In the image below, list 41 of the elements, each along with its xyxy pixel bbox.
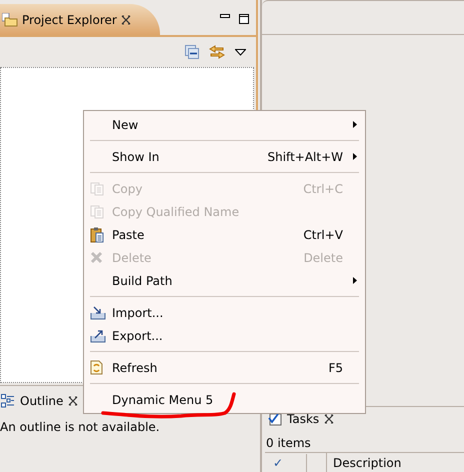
column-header[interactable]: ✓ <box>265 454 307 472</box>
menu-item[interactable]: Dynamic Menu 5 <box>84 388 365 411</box>
menu-item[interactable]: Show In Shift+Alt+W <box>84 145 365 168</box>
outline-icon <box>1 394 15 408</box>
close-icon[interactable] <box>324 414 334 424</box>
folder-icon <box>2 12 18 26</box>
menu-item[interactable]: Paste Ctrl+V <box>84 223 365 246</box>
menu-item[interactable]: Import... <box>84 301 365 324</box>
copy-icon <box>90 182 104 196</box>
menu-item[interactable]: Export... <box>84 324 365 347</box>
submenu-arrow-icon <box>353 121 357 128</box>
collapse-all-icon[interactable] <box>185 45 199 59</box>
view-title: Tasks <box>287 410 320 428</box>
column-header[interactable]: Description <box>327 454 402 472</box>
clipboard-icon <box>90 226 104 242</box>
shortcut-text: F5 <box>328 360 343 376</box>
shortcut-text: Shift+Alt+W <box>268 148 343 166</box>
menu-item[interactable]: Refresh F5 <box>84 356 365 379</box>
view-title: Project Explorer <box>22 12 117 28</box>
maximize-icon[interactable] <box>239 14 250 25</box>
outline-message: An outline is not available. <box>0 419 161 436</box>
submenu-arrow-icon <box>353 153 357 160</box>
delete-icon <box>90 251 103 264</box>
refresh-icon <box>90 360 103 375</box>
shortcut-text: Delete <box>304 250 343 266</box>
minimize-icon[interactable] <box>220 14 231 19</box>
view-menu-icon[interactable] <box>235 48 246 56</box>
close-icon[interactable] <box>68 396 78 406</box>
link-arrows-icon[interactable] <box>209 45 225 59</box>
menu-item[interactable]: Build Path <box>84 269 365 292</box>
view-title: Outline <box>20 393 64 410</box>
export-icon <box>90 328 106 342</box>
close-icon[interactable] <box>120 14 131 24</box>
shortcut-text: Ctrl+V <box>303 226 343 244</box>
shortcut-text: Ctrl+C <box>303 180 343 198</box>
import-icon <box>90 306 106 320</box>
view-tab[interactable]: Project Explorer <box>0 4 160 35</box>
submenu-arrow-icon <box>353 277 357 284</box>
copy-icon <box>90 204 104 218</box>
tasks-summary: 0 items <box>265 434 312 452</box>
menu-item[interactable]: New <box>84 113 365 136</box>
